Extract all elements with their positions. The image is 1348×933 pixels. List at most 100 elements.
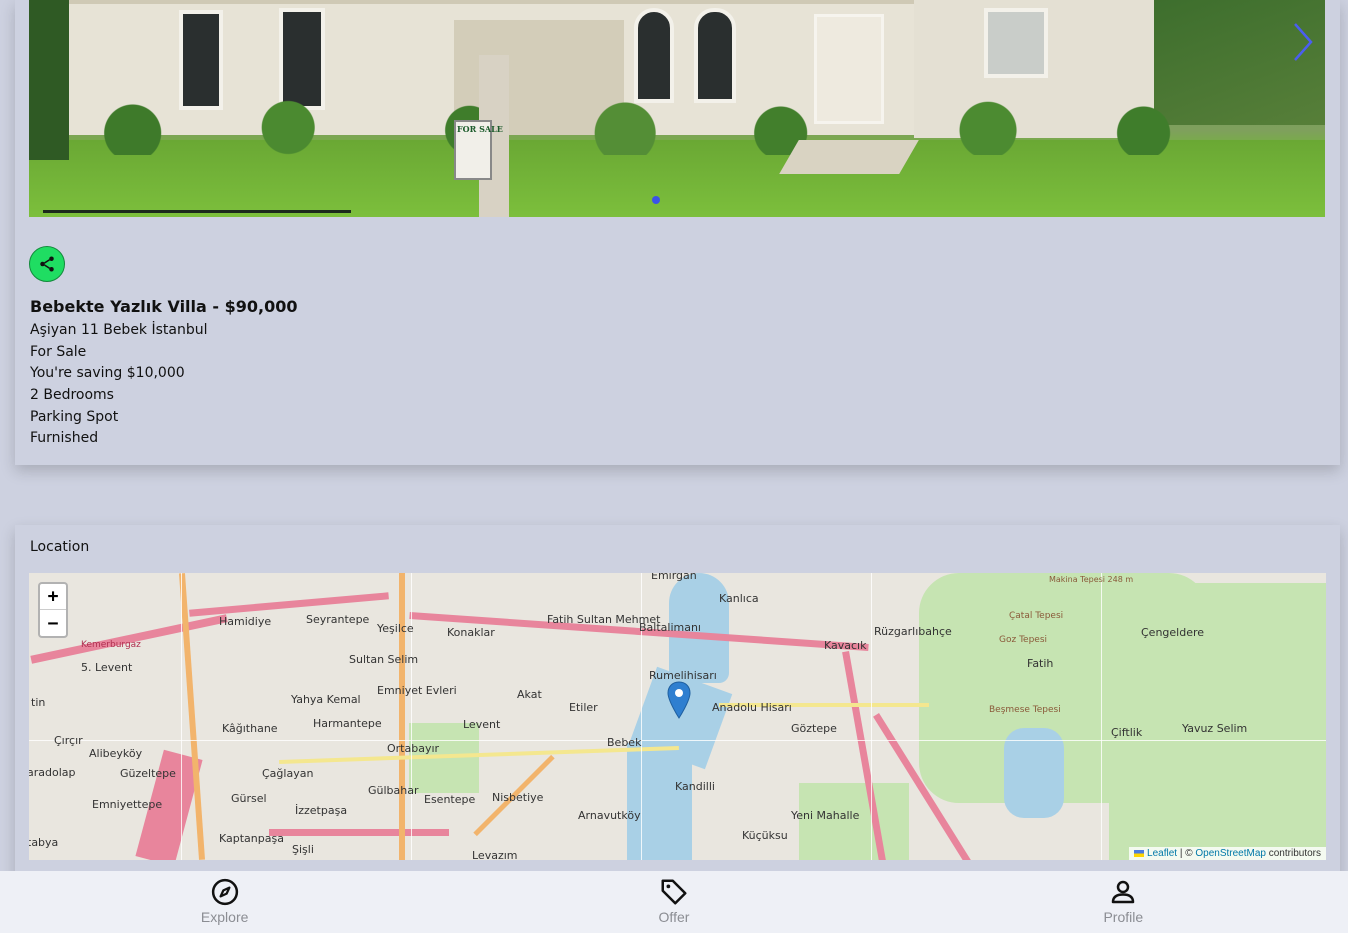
listing-saving: You're saving $10,000 (30, 365, 185, 381)
map-label: Nisbetiye (492, 791, 544, 804)
location-card: Location Emirgan Hamidiye Seyrantepe Yeş… (15, 525, 1340, 885)
map-label: Emniyet Evleri (377, 684, 457, 697)
map-label: Fatih (1027, 657, 1054, 670)
map-zoom-control: + − (38, 582, 68, 638)
map-tile-border (1101, 573, 1102, 860)
listing-card: FOR SALE Bebekte Yazlık Villa - $90,000 … (15, 0, 1340, 465)
listing-image-carousel[interactable]: FOR SALE (29, 0, 1325, 217)
map-label: Arnavutköy (578, 809, 641, 822)
map-label: Yeni Mahalle (791, 809, 860, 822)
map-label: Hamidiye (219, 615, 272, 628)
nav-label: Offer (658, 909, 690, 925)
map-label: Seyrantepe (306, 613, 370, 626)
photo-window (179, 10, 223, 110)
map-label: Gülbahar (368, 784, 419, 797)
map-label: tabya (29, 836, 59, 849)
compass-icon (211, 878, 238, 906)
map-label: 5. Levent (81, 661, 133, 674)
map-label: Sultan Selim (349, 653, 419, 666)
map-label: Harmantepe (313, 717, 382, 730)
map-label: Yahya Kemal (291, 693, 361, 706)
map-label: Kandilli (675, 780, 715, 793)
photo-window (984, 8, 1048, 78)
attribution-separator: | © (1179, 848, 1193, 859)
map-pin-icon[interactable] (667, 681, 691, 719)
photo-bushes (29, 100, 1325, 155)
osm-link[interactable]: OpenStreetMap (1195, 848, 1266, 859)
map-label: Küçüksu (742, 829, 788, 842)
map-label: Yeşilce (377, 622, 414, 635)
map-label: Emirgan (651, 573, 697, 582)
listing-parking: Parking Spot (30, 409, 119, 425)
carousel-progress (43, 210, 351, 213)
map-label: İzzetpaşa (295, 804, 348, 817)
photo-window (694, 8, 736, 103)
map-label: Levent (463, 718, 501, 731)
chevron-right-icon[interactable] (1291, 22, 1315, 62)
nav-explore[interactable]: Explore (165, 871, 285, 933)
map-label: Etiler (569, 701, 598, 714)
map-label: Çatal Tepesi (1009, 611, 1064, 621)
location-map[interactable]: Emirgan Hamidiye Seyrantepe Yeşilce Kona… (29, 573, 1326, 860)
map-highway (269, 829, 449, 836)
photo-sign-text: FOR SALE (457, 124, 503, 134)
map-label: Kanlıca (719, 592, 759, 605)
bottom-navigation: Explore Offer Profile (0, 871, 1348, 933)
map-label: Beşmese Tepesi (989, 705, 1061, 715)
map-label: aradolap (29, 766, 76, 779)
photo-window (279, 8, 325, 110)
map-tile-border (29, 740, 1326, 741)
map-label: Çengeldere (1141, 626, 1205, 639)
share-button[interactable] (29, 246, 65, 282)
zoom-out-button[interactable]: − (40, 610, 66, 636)
map-label: Konaklar (447, 626, 495, 639)
map-label: Kaptanpaşa (219, 832, 284, 845)
map-label: Güzeltepe (120, 767, 176, 780)
map-label: tin (31, 696, 46, 709)
map-label: Baltalimanı (639, 621, 701, 634)
ukraine-flag-icon (1134, 849, 1145, 857)
map-label: Emniyettepe (92, 798, 163, 811)
map-label: Levazım (472, 849, 518, 860)
listing-bedrooms: 2 Bedrooms (30, 387, 114, 403)
listing-title: Bebekte Yazlık Villa - $90,000 (30, 297, 298, 316)
map-label: Kavacık (824, 639, 867, 652)
map-label: Akat (517, 688, 542, 701)
map-label: Kemerburgaz (81, 640, 141, 650)
listing-status: For Sale (30, 344, 87, 360)
map-label: Bebek (607, 736, 642, 749)
listing-address: Aşiyan 11 Bebek İstanbul (30, 322, 208, 338)
map-label: Kâğıthane (222, 722, 278, 735)
photo-walkway (779, 140, 919, 174)
map-label: Çırçır (54, 734, 83, 747)
map-label: Ortabayır (387, 742, 440, 755)
zoom-in-button[interactable]: + (40, 584, 66, 610)
nav-label: Explore (200, 909, 249, 925)
map-water (1004, 728, 1064, 818)
share-icon (40, 256, 54, 272)
map-attribution: Leaflet | © OpenStreetMap contributors (1129, 847, 1326, 860)
map-label: Anadolu Hisarı (712, 701, 792, 714)
map-label: Çağlayan (262, 767, 314, 780)
map-water (627, 743, 692, 860)
map-label: Goz Tepesi (999, 635, 1048, 645)
nav-offer[interactable]: Offer (614, 871, 734, 933)
map-road (399, 573, 405, 860)
map-label: Yavuz Selim (1182, 722, 1248, 735)
leaflet-link[interactable]: Leaflet (1147, 848, 1177, 859)
tag-icon (661, 879, 687, 905)
listing-furnished: Furnished (30, 430, 99, 446)
map-label: Gürsel (231, 792, 267, 805)
carousel-dot[interactable] (652, 196, 660, 204)
map-tile-border (411, 573, 412, 860)
map-tile-border (871, 573, 872, 860)
nav-profile[interactable]: Profile (1063, 871, 1183, 933)
location-label: Location (30, 539, 90, 555)
map-label: Rüzgarlıbahçe (874, 625, 952, 638)
map-label: Alibeyköy (89, 747, 143, 760)
map-label: Çiftlik (1111, 726, 1143, 739)
map-label: Makina Tepesi 248 m (1049, 575, 1134, 584)
nav-label: Profile (1103, 909, 1144, 925)
attribution-suffix: contributors (1268, 848, 1321, 859)
map-label: Göztepe (791, 722, 837, 735)
